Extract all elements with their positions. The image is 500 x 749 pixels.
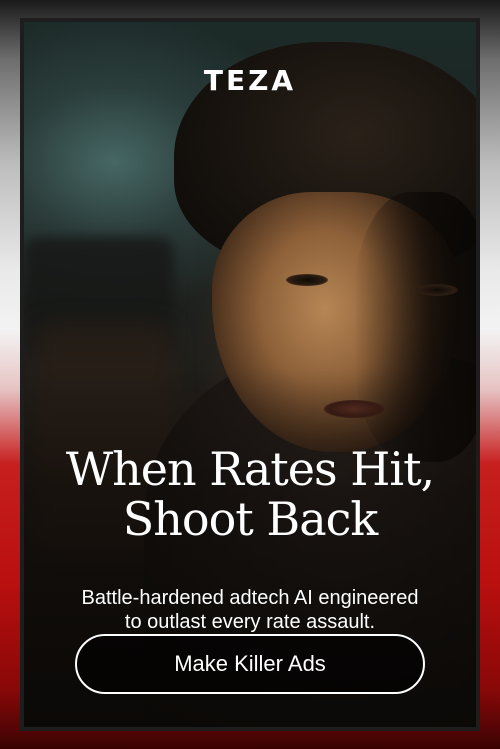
left-eye xyxy=(286,274,328,286)
subcopy-line-1: Battle-hardened adtech AI engineered xyxy=(81,587,419,609)
hero-photo: TEZA When Rates Hit, Shoot Back Battle-h… xyxy=(24,22,476,727)
headline: When Rates Hit, Shoot Back xyxy=(24,444,476,544)
ad-banner[interactable]: TEZA When Rates Hit, Shoot Back Battle-h… xyxy=(0,0,500,749)
right-eye xyxy=(416,284,458,296)
cta-button[interactable]: Make Killer Ads xyxy=(75,634,425,694)
subcopy-line-2: to outlast every rate assault. xyxy=(124,611,376,633)
headline-line-2: Shoot Back xyxy=(122,492,379,546)
ad-inner-frame: TEZA When Rates Hit, Shoot Back Battle-h… xyxy=(20,18,480,731)
brand-logo: TEZA xyxy=(203,64,297,97)
subcopy: Battle-hardened adtech AI engineered to … xyxy=(44,586,456,634)
cta-button-label: Make Killer Ads xyxy=(174,651,326,676)
headline-line-1: When Rates Hit, xyxy=(65,442,435,496)
